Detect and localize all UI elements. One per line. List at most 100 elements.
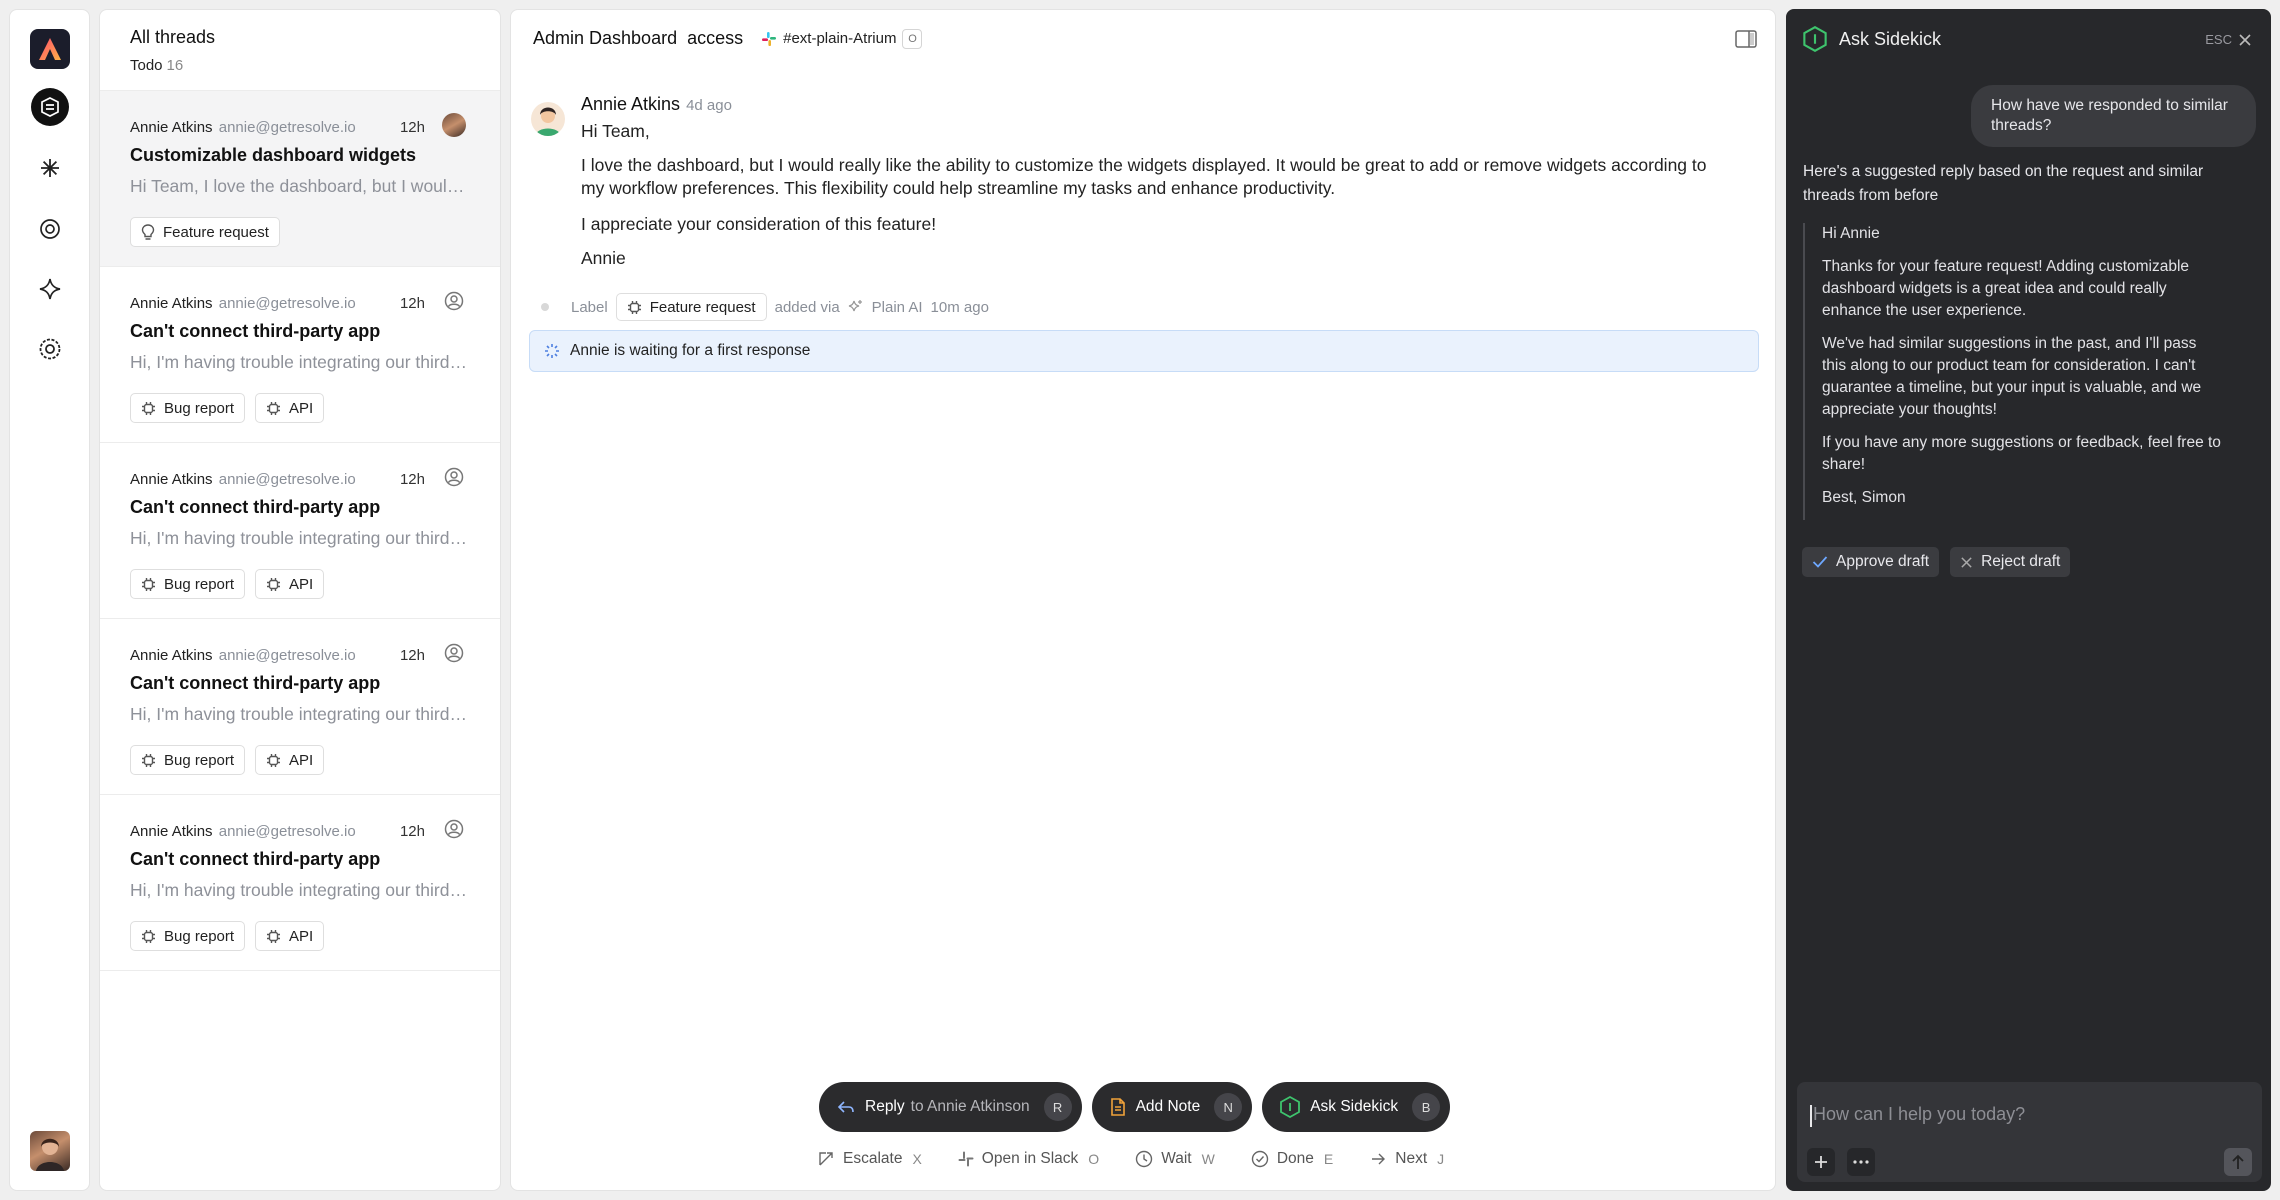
message-paragraph: I love the dashboard, but I would really…	[581, 155, 1707, 198]
thread-list-panel: All threads Todo 16 Annie Atkins annie@ge…	[99, 9, 501, 1191]
event-added-via: added via	[774, 298, 840, 316]
thread-item[interactable]: Annie Atkins annie@getresolve.io 12h Cus…	[100, 91, 500, 267]
current-user-avatar[interactable]	[30, 1131, 70, 1171]
slack-channel-link[interactable]: #ext-plain-Atrium O	[761, 28, 923, 49]
waiting-spinner-icon	[545, 344, 559, 358]
thread-author: Annie Atkins	[130, 823, 213, 840]
thread-email: annie@getresolve.io	[218, 471, 356, 488]
add-attachment-button[interactable]	[1807, 1148, 1835, 1176]
more-options-button[interactable]	[1847, 1148, 1875, 1176]
thread-title: Can't connect third-party app	[130, 497, 381, 517]
unassigned-icon	[442, 817, 466, 841]
wait-button[interactable]: Wait W	[1135, 1150, 1215, 1168]
conversation-header: Admin Dashboard access #ext-plain-Atrium…	[533, 28, 923, 49]
api-icon	[267, 401, 281, 415]
plus-icon	[1815, 1156, 1827, 1168]
slack-icon	[958, 1151, 974, 1167]
message-signoff: Annie	[581, 248, 626, 268]
nav-settings-icon[interactable]	[31, 330, 69, 368]
label-icon	[627, 300, 641, 314]
label-tag-text: Bug report	[164, 575, 235, 593]
event-time: 10m ago	[930, 298, 989, 316]
thread-item[interactable]: Annie Atkins annie@getresolve.io 12h Can…	[100, 443, 500, 619]
label-tag[interactable]: Bug report	[130, 745, 246, 775]
thread-email: annie@getresolve.io	[218, 119, 356, 136]
app-logo[interactable]	[30, 29, 70, 69]
thread-title: Can't connect third-party app	[130, 673, 381, 693]
toggle-panel-icon[interactable]	[1735, 30, 1757, 53]
ask-sidekick-label: Ask Sidekick	[1310, 1098, 1399, 1115]
nav-gear-icon[interactable]	[31, 210, 69, 248]
assignee-avatar	[442, 113, 466, 137]
conversation-panel: Admin Dashboard access #ext-plain-Atrium…	[510, 9, 1776, 1191]
unassigned-icon	[442, 641, 466, 665]
bug-icon	[142, 753, 155, 767]
thread-title: Can't connect third-party app	[130, 849, 381, 869]
label-tag[interactable]: API	[255, 569, 325, 599]
nav-inbox-icon[interactable]	[31, 88, 69, 126]
composer-bar: Reply to Annie Atkinson R Add Note N Ask…	[819, 1082, 1451, 1132]
reject-label: Reject draft	[1981, 553, 2061, 570]
reply-button[interactable]: Reply to Annie Atkinson R	[819, 1082, 1082, 1132]
thread-item[interactable]: Annie Atkins annie@getresolve.io 12h Can…	[100, 267, 500, 443]
more-icon	[1853, 1160, 1869, 1164]
reply-label: Reply	[865, 1098, 905, 1115]
label-tag[interactable]: Feature request	[130, 217, 280, 247]
label-tag-text: Bug report	[164, 399, 235, 417]
done-label: Done	[1276, 1150, 1314, 1167]
event-source: Plain AI	[871, 298, 923, 316]
api-icon	[267, 929, 281, 943]
thread-age: 12h	[399, 647, 425, 664]
check-circle-icon	[1251, 1150, 1269, 1168]
sidekick-input[interactable]: How can I help you today?	[1809, 1104, 2025, 1127]
channel-name: #ext-plain-Atrium	[783, 30, 897, 47]
nav-asterisk-icon[interactable]	[31, 149, 69, 187]
unassigned-icon	[442, 289, 466, 313]
sidekick-title: Ask Sidekick	[1839, 28, 1942, 49]
thread-email: annie@getresolve.io	[218, 823, 356, 840]
label-tag-text: API	[289, 751, 314, 769]
label-tag-text: API	[289, 575, 314, 593]
reject-draft-button[interactable]: Reject draft	[1950, 547, 2071, 577]
bug-icon	[142, 577, 155, 591]
sidekick-input-box: How can I help you today?	[1797, 1082, 2262, 1182]
ask-sidekick-shortcut: B	[1412, 1093, 1441, 1121]
thread-preview: Hi Team, I love the dashboard, but I wou…	[130, 176, 470, 196]
add-note-button[interactable]: Add Note N	[1091, 1082, 1253, 1132]
close-sidekick-button[interactable]: ESC	[2205, 32, 2252, 47]
api-icon	[267, 753, 281, 767]
label-tag[interactable]: API	[255, 921, 325, 951]
thread-age: 12h	[399, 823, 425, 840]
label-tag[interactable]: Bug report	[130, 393, 246, 423]
thread-list-title: All threads	[130, 27, 216, 47]
label-tag[interactable]: Bug report	[130, 569, 246, 599]
nav-sparkle-icon[interactable]	[31, 270, 69, 308]
thread-item[interactable]: Annie Atkins annie@getresolve.io 12h Can…	[100, 795, 500, 971]
message-paragraph: I appreciate your consideration of this …	[581, 214, 937, 234]
draft-actions: Approve draft Reject draft	[1802, 547, 2071, 577]
label-tag[interactable]: API	[255, 745, 325, 775]
escalate-button[interactable]: Escalate X	[817, 1150, 922, 1168]
label-tag[interactable]: Bug report	[130, 921, 246, 951]
ask-sidekick-button[interactable]: Ask Sidekick B	[1262, 1082, 1451, 1132]
open-in-slack-button[interactable]: Open in Slack O	[958, 1150, 1099, 1168]
label-tag-text: Bug report	[164, 751, 235, 769]
wait-icon	[1135, 1150, 1153, 1168]
timeline-dot	[541, 303, 549, 311]
conversation-title: Admin Dashboard access	[533, 28, 744, 48]
thread-filter[interactable]: Todo 16	[130, 57, 470, 74]
next-button[interactable]: Next J	[1369, 1150, 1444, 1168]
sidekick-icon	[1803, 26, 1827, 52]
thread-age: 12h	[399, 295, 425, 312]
done-button[interactable]: Done E	[1251, 1150, 1333, 1168]
event-tag-text: Feature request	[649, 298, 756, 316]
thread-item[interactable]: Annie Atkins annie@getresolve.io 12h Can…	[100, 619, 500, 795]
timeline-event: Label Feature request added via Plain AI…	[541, 293, 989, 321]
add-note-shortcut: N	[1214, 1093, 1243, 1121]
event-label-tag[interactable]: Feature request	[615, 293, 767, 321]
label-tag[interactable]: API	[255, 393, 325, 423]
send-button[interactable]	[2224, 1148, 2252, 1176]
thread-title: Customizable dashboard widgets	[130, 145, 417, 165]
approve-draft-button[interactable]: Approve draft	[1802, 547, 1940, 577]
draft-paragraph: Best, Simon	[1822, 489, 1906, 506]
